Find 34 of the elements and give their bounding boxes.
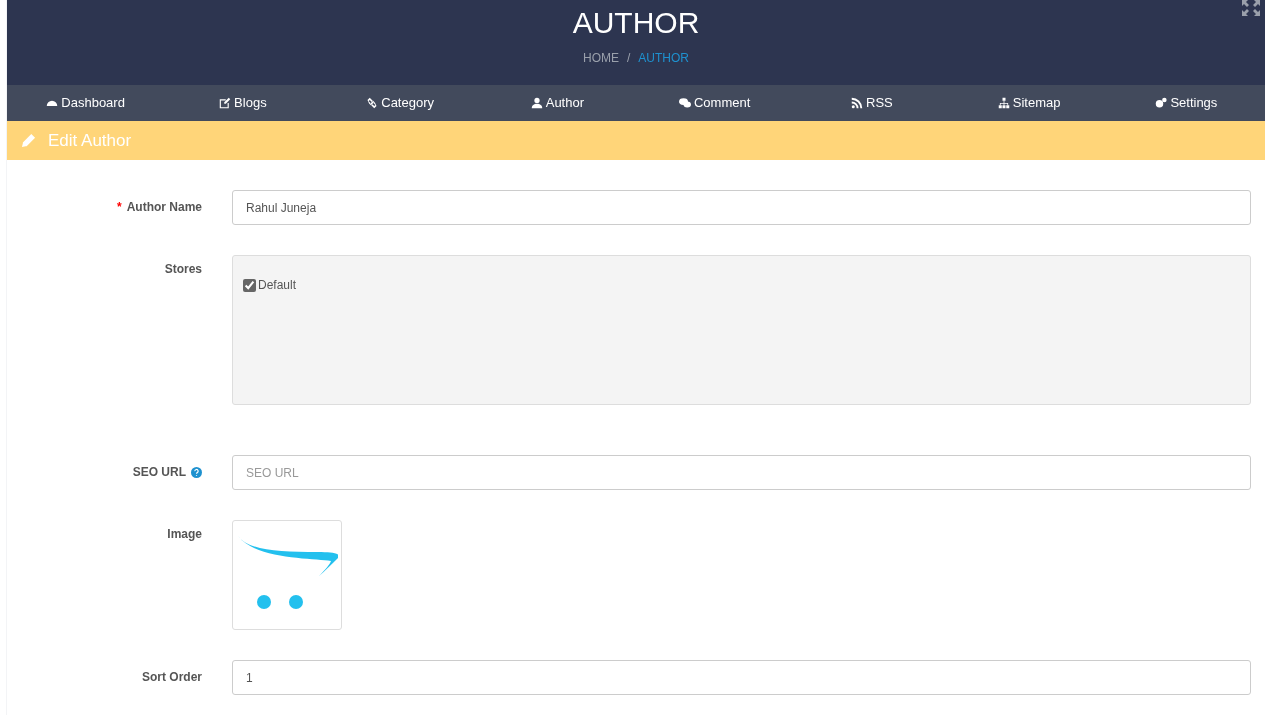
breadcrumb-link[interactable]: AUTHOR [638, 49, 689, 67]
field-label: Author Name [126, 199, 202, 216]
field-label: SEO URL [132, 464, 186, 481]
page-title: AUTHOR [572, 5, 700, 41]
fullscreen-icon[interactable] [1242, 0, 1260, 16]
field-label: Image [167, 526, 202, 543]
field-label: Sort Order [142, 669, 202, 686]
user-icon [530, 97, 543, 109]
nav-link[interactable]: Comment [636, 93, 794, 113]
nav-link[interactable]: Sitemap [950, 93, 1108, 113]
sitemap-icon [997, 97, 1010, 109]
edit-icon [219, 97, 232, 109]
nav-link[interactable]: Author [478, 93, 636, 113]
chain-link-icon [366, 97, 379, 109]
nav-link[interactable]: Category [321, 93, 479, 113]
pencil-icon [21, 133, 36, 148]
rss-icon [851, 97, 863, 109]
store-label: Default [258, 277, 297, 294]
nav-link[interactable]: RSS [793, 93, 951, 113]
required-asterisk: * [117, 199, 122, 216]
store-checkbox[interactable] [243, 278, 256, 292]
text-input[interactable]: SEO URL [232, 455, 1251, 490]
panel-title: Edit Author [48, 129, 132, 152]
text-input[interactable]: Rahul Juneja [232, 190, 1251, 225]
nav-link[interactable]: Blogs [164, 93, 322, 113]
nav-link[interactable]: Settings [1107, 93, 1265, 113]
comments-icon [678, 97, 691, 109]
image-thumbnail[interactable] [232, 520, 342, 630]
text-input[interactable]: 1 [232, 660, 1251, 695]
nav-link[interactable]: Dashboard [7, 93, 165, 113]
help-icon[interactable] [191, 466, 202, 478]
field-label: Stores [164, 261, 202, 278]
breadcrumb-separator: / [627, 50, 631, 67]
breadcrumb-link[interactable]: HOME [583, 49, 619, 67]
